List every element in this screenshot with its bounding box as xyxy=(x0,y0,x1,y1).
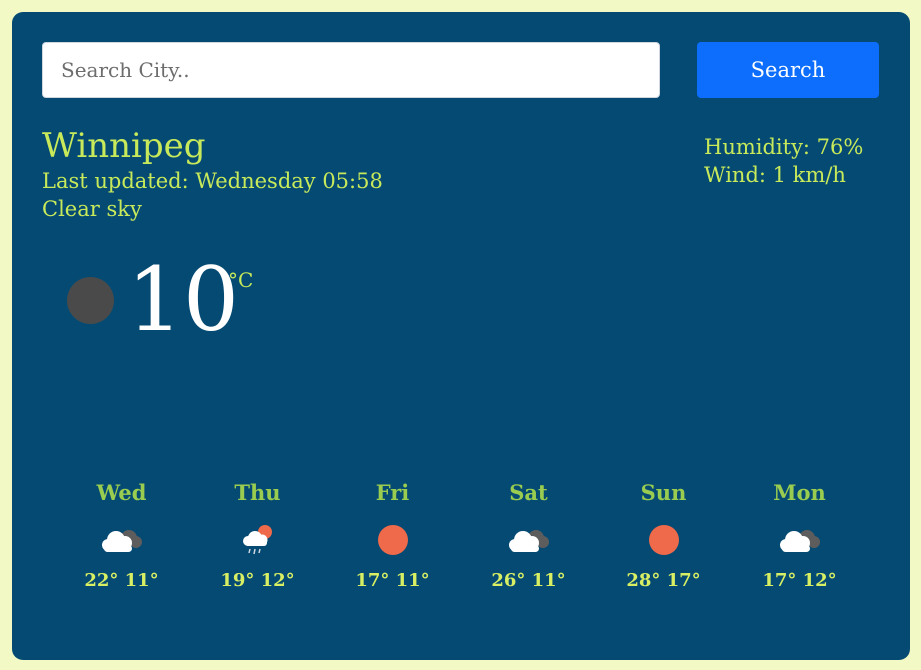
forecast-day: Thu 19° 12° xyxy=(190,478,325,593)
weather-card: Search Winnipeg Last updated: Wednesday … xyxy=(12,12,910,660)
forecast-temps: 19° 12° xyxy=(220,570,295,591)
current-temperature: 10 xyxy=(127,248,239,351)
temperature-unit-link[interactable]: °C xyxy=(228,268,253,292)
forecast-day-name: Thu xyxy=(234,480,281,505)
forecast-day-name: Mon xyxy=(773,480,826,505)
forecast-temps: 22° 11° xyxy=(84,570,159,591)
forecast-day: Fri 17° 11° xyxy=(325,478,460,593)
forecast-temps: 28° 17° xyxy=(626,570,701,591)
dark-moon-icon xyxy=(67,277,114,324)
forecast-day-name: Wed xyxy=(96,480,147,505)
city-name: Winnipeg xyxy=(42,126,206,166)
search-input[interactable] xyxy=(42,42,660,98)
forecast-temps: 17° 12° xyxy=(762,570,837,591)
last-updated: Last updated: Wednesday 05:58 xyxy=(42,169,383,193)
search-button[interactable]: Search xyxy=(697,42,879,98)
forecast-day: Wed 22° 11° xyxy=(54,478,189,593)
forecast-row: Wed 22° 11° Thu 19° 12° Fri 17° 11° Sat … xyxy=(54,478,867,603)
weather-description: Clear sky xyxy=(42,197,142,221)
forecast-day: Mon 17° 12° xyxy=(732,478,867,593)
forecast-temps: 26° 11° xyxy=(491,570,566,591)
sun-icon xyxy=(596,517,731,563)
cloudy-icon xyxy=(732,517,867,563)
wind-text: Wind: 1 km/h xyxy=(704,163,846,187)
forecast-day-name: Sun xyxy=(640,480,687,505)
forecast-day: Sat 26° 11° xyxy=(461,478,596,593)
rain-sun-icon xyxy=(190,517,325,563)
sun-icon xyxy=(325,517,460,563)
humidity-text: Humidity: 76% xyxy=(704,135,864,159)
forecast-day-name: Fri xyxy=(375,480,410,505)
cloudy-icon xyxy=(461,517,596,563)
forecast-temps: 17° 11° xyxy=(355,570,430,591)
forecast-day-name: Sat xyxy=(509,480,548,505)
forecast-day: Sun 28° 17° xyxy=(596,478,731,593)
cloudy-icon xyxy=(54,517,189,563)
